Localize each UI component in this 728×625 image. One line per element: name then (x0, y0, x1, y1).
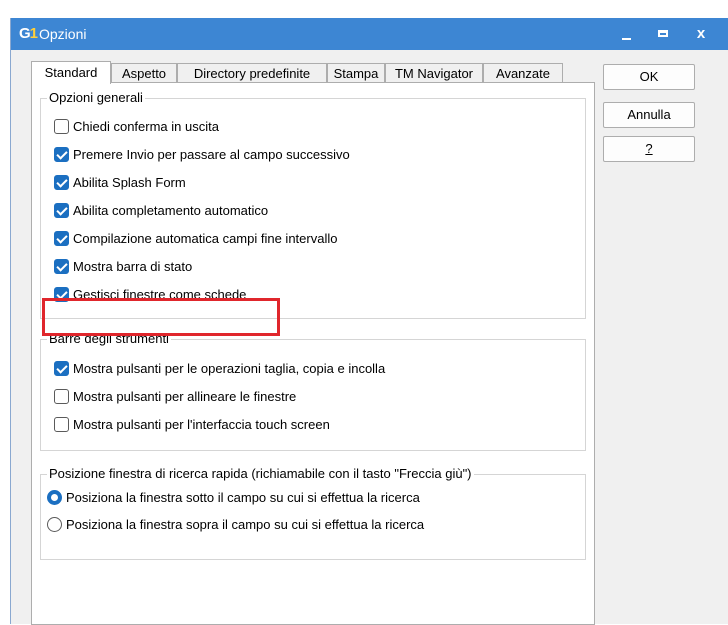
checkbox[interactable] (54, 259, 69, 274)
maximize-icon (658, 30, 668, 37)
group-toolbars: Barre degli strumenti Mostra pulsanti pe… (40, 331, 586, 451)
highlight-annotation (42, 298, 280, 336)
checkbox[interactable] (54, 231, 69, 246)
title-bar[interactable]: G1 Opzioni x (11, 18, 728, 50)
radio-button[interactable] (47, 517, 62, 532)
group-quick-search-position: Posizione finestra di ricerca rapida (ri… (40, 466, 586, 560)
option-label: Abilita Splash Form (73, 175, 186, 190)
help-button[interactable]: ? (603, 136, 695, 162)
checkbox[interactable] (54, 119, 69, 134)
checkbox[interactable] (54, 147, 69, 162)
radio-button[interactable] (47, 490, 62, 505)
ok-button[interactable]: OK (603, 64, 695, 90)
option-label: Mostra pulsanti per allineare le finestr… (73, 389, 297, 404)
option-label: Compilazione automatica campi fine inter… (73, 231, 338, 246)
checkbox[interactable] (54, 203, 69, 218)
maximize-button[interactable] (645, 18, 681, 50)
tab-tm-navigator[interactable]: TM Navigator (385, 63, 483, 83)
minimize-button[interactable] (608, 18, 644, 50)
option-label: Mostra barra di stato (73, 259, 193, 274)
checkbox[interactable] (54, 175, 69, 190)
group-title: Posizione finestra di ricerca rapida (ri… (47, 466, 474, 481)
checkbox[interactable] (54, 417, 69, 432)
option-label: Posiziona la finestra sotto il campo su … (66, 490, 420, 505)
checkbox[interactable] (54, 361, 69, 376)
close-icon: x (696, 25, 706, 42)
tab-page-standard: Opzioni generali Chiedi conferma in usci… (31, 82, 595, 625)
option-label: Posiziona la finestra sopra il campo su … (66, 517, 425, 532)
tab-aspetto[interactable]: Aspetto (111, 63, 177, 83)
options-dialog: G1 Opzioni x Standard Aspetto Directory … (10, 18, 728, 625)
option-label: Abilita completamento automatico (73, 203, 269, 218)
cancel-button[interactable]: Annulla (603, 102, 695, 128)
option-label: Chiedi conferma in uscita (73, 119, 219, 134)
window-title: Opzioni (39, 26, 87, 42)
app-logo-icon: G1 (19, 25, 38, 42)
help-label: ? (645, 141, 653, 156)
option-label: Mostra pulsanti per l'interfaccia touch … (73, 417, 330, 432)
close-button[interactable]: x (683, 18, 719, 50)
tab-stampa[interactable]: Stampa (327, 63, 385, 83)
group-title: Opzioni generali (47, 90, 145, 105)
group-general-options: Opzioni generali Chiedi conferma in usci… (40, 90, 586, 319)
option-label: Mostra pulsanti per le operazioni taglia… (73, 361, 386, 376)
tab-avanzate[interactable]: Avanzate (483, 63, 563, 83)
checkbox[interactable] (54, 389, 69, 404)
minimize-icon (622, 38, 631, 40)
option-label: Premere Invio per passare al campo succe… (73, 147, 350, 162)
tab-directory-predefinite[interactable]: Directory predefinite (177, 63, 327, 83)
tab-standard[interactable]: Standard (31, 61, 111, 84)
